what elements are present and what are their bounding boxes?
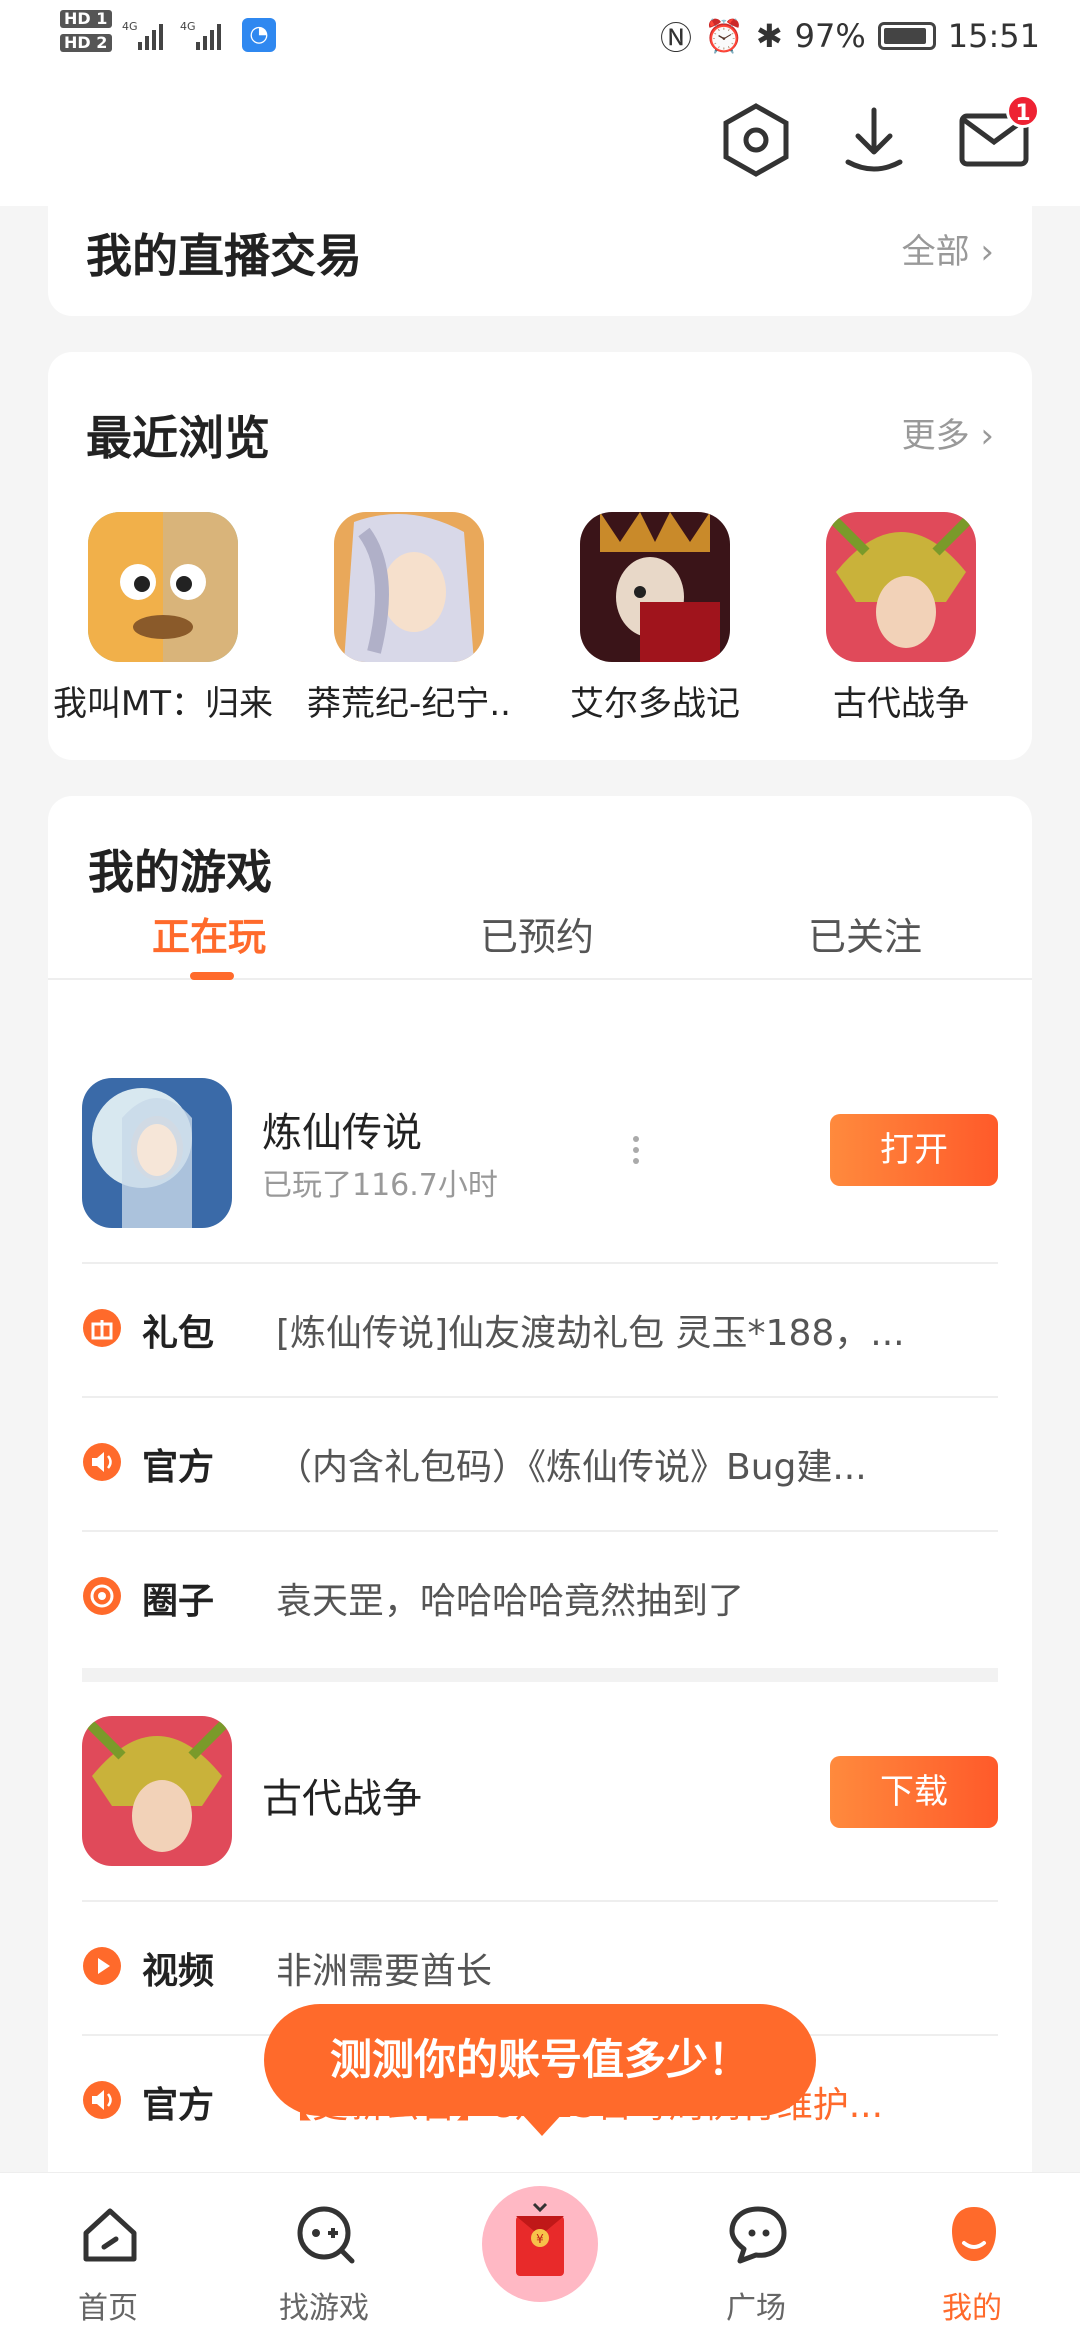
mail-badge: 1 bbox=[1006, 94, 1040, 128]
app-notification-icon: ◔ bbox=[242, 18, 276, 52]
game-icon-lianxian bbox=[82, 1078, 232, 1228]
svg-text:4G: 4G bbox=[122, 20, 138, 33]
mail-icon[interactable]: 1 bbox=[956, 94, 1040, 178]
signal-icon: 4G 4G bbox=[122, 20, 221, 50]
gamepad-icon bbox=[297, 2206, 355, 2264]
download-button[interactable]: 下载 bbox=[830, 1756, 998, 1828]
info-label: 礼包 bbox=[142, 1313, 215, 1354]
nav-square[interactable]: 广场 bbox=[676, 2173, 836, 2340]
more-options-icon[interactable] bbox=[632, 1136, 640, 1172]
sim1-label: HD 1 bbox=[60, 10, 112, 28]
live-trade-card: 我的直播交易 全部 › bbox=[48, 190, 1032, 316]
game-tabs: 正在玩 已预约 已关注 bbox=[48, 880, 1032, 980]
recent-more-link[interactable]: 更多 › bbox=[902, 408, 994, 457]
info-row-official[interactable]: 官方 （内含礼包码）《炼仙传说》Bug建... bbox=[82, 1396, 998, 1530]
recent-game-name: 古代战争 bbox=[833, 684, 969, 724]
promo-bubble[interactable]: 测测你的账号值多少！ bbox=[264, 2004, 816, 2116]
my-games-card: 我的游戏 正在玩 已预约 已关注 炼仙传说 已玩了116.7小时 打开 礼包 [… bbox=[48, 796, 1032, 2196]
recent-game-name: 莽荒纪-纪宁.. bbox=[307, 684, 511, 724]
tab-underline bbox=[190, 972, 234, 980]
info-text: （内含礼包码）《炼仙传说》Bug建... bbox=[276, 1447, 867, 1488]
info-label: 圈子 bbox=[142, 1581, 215, 1622]
settings-icon[interactable] bbox=[718, 102, 794, 178]
red-envelope-icon: ¥ bbox=[516, 2202, 564, 2276]
game-item[interactable]: 炼仙传说 已玩了116.7小时 打开 bbox=[82, 1078, 998, 1228]
info-row-gift[interactable]: 礼包 [炼仙传说]仙友渡劫礼包 灵玉*188，... bbox=[82, 1262, 998, 1396]
tab-reserved[interactable]: 已预约 bbox=[480, 906, 594, 961]
live-trade-title: 我的直播交易 bbox=[86, 229, 362, 283]
battery-icon bbox=[877, 22, 936, 50]
recent-game-item[interactable]: 古代战争 bbox=[786, 512, 1016, 725]
download-icon[interactable] bbox=[836, 102, 912, 178]
gift-icon bbox=[83, 1309, 121, 1347]
status-right: Ⓝ ⏰ ✱ 97% 15:51 bbox=[660, 14, 1040, 58]
nav-label: 首页 bbox=[78, 2291, 138, 2326]
info-text: 非洲需要酋长 bbox=[276, 1951, 493, 1992]
section-divider bbox=[82, 1668, 998, 1682]
nfc-icon: Ⓝ bbox=[659, 19, 692, 57]
tab-followed[interactable]: 已关注 bbox=[808, 906, 922, 961]
game-icon-gudaizhanzheng bbox=[82, 1716, 232, 1866]
nav-find-games[interactable]: 找游戏 bbox=[244, 2173, 404, 2340]
game-icon-gudaizhanzheng bbox=[826, 512, 976, 662]
svg-text:4G: 4G bbox=[180, 20, 196, 33]
circle-icon bbox=[83, 1577, 121, 1615]
recent-game-item[interactable]: 莽荒纪-纪宁.. bbox=[294, 512, 524, 725]
info-label: 官方 bbox=[142, 1447, 215, 1488]
info-text: 袁天罡，哈哈哈哈竟然抽到了 bbox=[276, 1581, 745, 1622]
recent-title: 最近浏览 bbox=[86, 411, 270, 465]
info-row-circle[interactable]: 圈子 袁天罡，哈哈哈哈竟然抽到了 bbox=[82, 1530, 998, 1664]
recent-game-name: 艾尔多战记 bbox=[570, 684, 740, 724]
open-button[interactable]: 打开 bbox=[830, 1114, 998, 1186]
tab-playing[interactable]: 正在玩 bbox=[152, 906, 266, 961]
live-trade-all-link[interactable]: 全部 › bbox=[902, 224, 994, 273]
bluetooth-icon: ✱ bbox=[755, 17, 783, 55]
clock: 15:51 bbox=[947, 17, 1040, 55]
svg-text:¥: ¥ bbox=[536, 2232, 544, 2246]
nav-label: 找游戏 bbox=[279, 2291, 369, 2326]
game-icon-aierduo bbox=[580, 512, 730, 662]
nav-home[interactable]: 首页 bbox=[28, 2173, 188, 2340]
alarm-icon: ⏰ bbox=[704, 17, 744, 55]
info-text: [炼仙传说]仙友渡劫礼包 灵玉*188，... bbox=[276, 1313, 905, 1354]
nav-label: 我的 bbox=[942, 2291, 1002, 2326]
speaker-icon bbox=[83, 2081, 121, 2119]
nav-mine[interactable]: 我的 bbox=[892, 2173, 1052, 2340]
game-icon-manghuangji bbox=[334, 512, 484, 662]
game-name: 炼仙传说 bbox=[262, 1110, 422, 1156]
status-bar: HD 1 HD 2 4G 4G ◔ Ⓝ ⏰ ✱ 97% 15:51 bbox=[0, 0, 1080, 72]
game-item[interactable]: 古代战争 下载 bbox=[82, 1716, 998, 1866]
info-label: 官方 bbox=[142, 2085, 215, 2126]
speaker-icon bbox=[83, 1443, 121, 1481]
top-toolbar: 1 bbox=[0, 72, 1080, 206]
info-label: 视频 bbox=[142, 1951, 215, 1992]
home-icon bbox=[83, 2208, 137, 2262]
game-playtime: 已玩了116.7小时 bbox=[262, 1168, 498, 1203]
recent-game-item[interactable]: 艾尔多战记 bbox=[540, 512, 770, 725]
red-envelope-button[interactable]: ¥ bbox=[482, 2186, 598, 2302]
promo-bubble-tail bbox=[520, 2112, 564, 2136]
chat-icon bbox=[729, 2206, 787, 2264]
play-icon bbox=[83, 1947, 121, 1985]
recent-card: 最近浏览 更多 › 我叫MT：归来 莽荒纪-纪宁.. 艾尔多战记 古代战争 bbox=[48, 352, 1032, 760]
profile-icon bbox=[952, 2207, 996, 2261]
game-name: 古代战争 bbox=[262, 1776, 422, 1822]
sim2-label: HD 2 bbox=[60, 34, 112, 52]
nav-label: 广场 bbox=[726, 2291, 786, 2326]
game-icon-mt bbox=[88, 512, 238, 662]
sim-indicators: HD 1 HD 2 bbox=[60, 10, 112, 58]
recent-game-item[interactable]: 我叫MT：归来 bbox=[48, 512, 278, 725]
battery-percent: 97% bbox=[794, 17, 866, 55]
recent-game-name: 我叫MT：归来 bbox=[52, 684, 274, 724]
